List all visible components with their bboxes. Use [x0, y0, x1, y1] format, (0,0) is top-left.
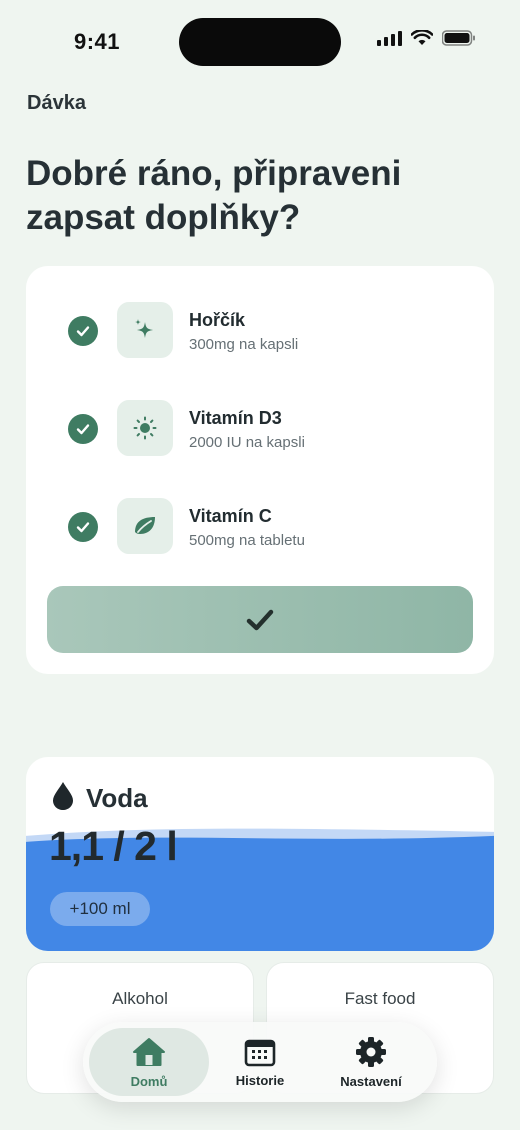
gear-icon: [356, 1036, 386, 1067]
nav-label: Domů: [130, 1073, 168, 1089]
leaf-icon: [117, 498, 173, 554]
checkmark-circle-icon[interactable]: [68, 512, 98, 542]
supplement-dose: 2000 IU na kapsli: [189, 434, 305, 451]
nav-label: Historie: [235, 1072, 285, 1088]
app-name: Dávka: [27, 92, 86, 114]
dynamic-island: [179, 18, 341, 66]
supplement-item[interactable]: Hořčík 300mg na kapsli: [26, 300, 494, 360]
status-icons: [377, 30, 476, 46]
wifi-icon: [411, 30, 433, 45]
nav-label: Nastavení: [340, 1073, 402, 1089]
supplement-item[interactable]: Vitamín C 500mg na tabletu: [26, 496, 494, 556]
battery-icon: [442, 30, 475, 46]
page-title: Dobré ráno, připraveni zapsat doplňky?: [26, 154, 402, 237]
tracker-label: Fast food: [344, 989, 416, 1008]
home-icon: [133, 1037, 165, 1066]
nav-item-settings[interactable]: Nastavení: [317, 1022, 425, 1102]
water-card[interactable]: Voda 1,1 / 2 l +100 ml: [26, 757, 494, 951]
supplement-name: Vitamín C: [189, 506, 272, 526]
status-bar: 9:41: [0, 0, 520, 84]
bottom-nav: Domů Historie Nastavení: [83, 1022, 437, 1102]
tracker-label: Alkohol: [112, 989, 168, 1008]
add-water-button[interactable]: +100 ml: [50, 892, 150, 926]
sparkle-icon: [117, 302, 173, 358]
cellular-signal-icon: [377, 30, 402, 46]
checkmark-circle-icon[interactable]: [68, 316, 98, 346]
water-amount: 1,1 / 2 l: [49, 823, 178, 869]
confirm-button[interactable]: [47, 586, 473, 653]
supplement-name: Vitamín D3: [189, 408, 282, 428]
status-time: 9:41: [74, 29, 121, 54]
supplement-dose: 300mg na kapsli: [189, 336, 299, 353]
water-drop-icon: [53, 782, 73, 810]
supplements-card: Hořčík 300mg na kapsli Vitamín D3 2000 I…: [26, 266, 494, 674]
supplement-name: Hořčík: [189, 310, 246, 330]
sun-icon: [117, 400, 173, 456]
nav-item-history[interactable]: Historie: [203, 1022, 317, 1102]
nav-item-home[interactable]: Domů: [89, 1022, 209, 1102]
checkmark-icon: [246, 609, 274, 630]
supplement-dose: 500mg na tabletu: [189, 532, 305, 549]
supplement-item[interactable]: Vitamín D3 2000 IU na kapsli: [26, 398, 494, 458]
calendar-icon: [244, 1039, 276, 1066]
water-title: Voda: [86, 783, 148, 813]
checkmark-circle-icon[interactable]: [68, 414, 98, 444]
